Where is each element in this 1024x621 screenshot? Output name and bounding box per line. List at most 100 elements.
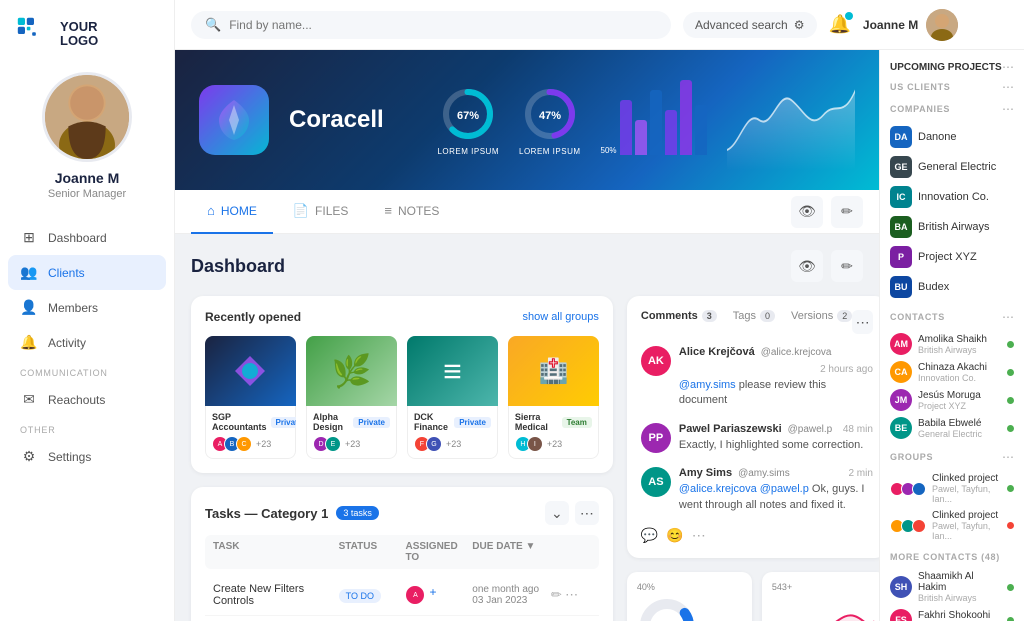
project-badge-2: Private <box>353 417 390 428</box>
advanced-search-btn[interactable]: Advanced search ⚙ <box>683 12 817 38</box>
comment-text-1: @amy.sims please review this document <box>679 378 873 409</box>
upcoming-options-btn[interactable]: ⋯ <box>1002 60 1014 74</box>
reachouts-icon: ✉ <box>20 391 38 408</box>
show-all-btn[interactable]: show all groups <box>522 311 598 323</box>
comment-tabs: Comments 3 Tags 0 Versions <box>641 310 852 322</box>
edit-btn[interactable]: ✏ <box>831 250 863 282</box>
user-menu[interactable]: Joanne M <box>863 9 958 41</box>
more-contact-2[interactable]: FS Fakhri Shokoohi British Airways <box>890 606 1014 621</box>
comment-3: AS Amy Sims @amy.sims 2 min @alice.krejc… <box>641 467 873 513</box>
company-ge[interactable]: GE General Electric <box>890 152 1014 182</box>
view-toggle-btn[interactable]: 👁 <box>791 250 823 282</box>
search-input[interactable] <box>229 18 657 32</box>
group-online-1 <box>1007 485 1014 492</box>
tasks-title: Tasks — Category 1 <box>205 506 328 521</box>
gauge-1: 67% <box>438 84 498 144</box>
edit-icon-btn[interactable]: ✏ <box>831 196 863 228</box>
project-card-alpha[interactable]: 🌿 Alpha Design Private D E <box>306 336 397 459</box>
contact-avatar-be: BE <box>890 417 912 439</box>
user-role: Senior Manager <box>48 188 126 200</box>
tab-home[interactable]: ⌂ HOME <box>191 190 273 234</box>
tab-comments[interactable]: Comments 3 <box>641 310 717 322</box>
right-sidebar: UPCOMING PROJECTS ⋯ US CLIENTS ⋯ COMPANI… <box>879 50 1024 621</box>
activity-icon: 🔔 <box>20 334 38 351</box>
task-edit-1[interactable]: ✏ <box>551 587 562 602</box>
us-clients-title: US CLIENTS <box>890 82 1002 92</box>
notifications-btn[interactable]: 🔔 <box>829 14 851 35</box>
comment-text-3: @alice.krejcova @pawel.p Ok, guys. I wen… <box>679 482 873 513</box>
tab-tags[interactable]: Tags 0 <box>733 310 775 322</box>
comment-text-2: Exactly, I highlighted some correction. <box>679 438 873 453</box>
recently-opened-card: Recently opened show all groups <box>191 296 613 473</box>
online-dot-am <box>1007 341 1014 348</box>
tab-files[interactable]: 📄 FILES <box>277 190 365 234</box>
company-ba[interactable]: BA British Airways <box>890 212 1014 242</box>
comment-reply-btn[interactable]: 💬 <box>641 527 658 544</box>
nav-dashboard[interactable]: ⊞ Dashboard <box>8 220 166 255</box>
project-card-sgp[interactable]: SGP Accountants Private A B C +23 <box>205 336 296 459</box>
comment-emoji-btn[interactable]: 😊 <box>666 527 683 544</box>
more-contacts-title: MORE CONTACTS (48) <box>890 552 1014 562</box>
comment-actions: 💬 😊 ⋯ <box>641 527 873 544</box>
content-area: Coracell 67% LOREM IPSUM <box>175 50 1024 621</box>
us-clients-more-btn[interactable]: ⋯ <box>1002 80 1014 94</box>
company-logo <box>199 85 269 155</box>
more-online-2 <box>1007 617 1014 621</box>
tab-notes[interactable]: ≡ NOTES <box>368 190 455 234</box>
avatar-7: G <box>426 436 442 452</box>
logo-icon <box>16 16 52 52</box>
groups-title: GROUPS <box>890 452 1002 462</box>
nav-reachouts[interactable]: ✉ Reachouts <box>8 382 166 417</box>
comment-1: AK Alice Krejčová @alice.krejcova 2 hour… <box>641 346 873 409</box>
comments-more-btn[interactable]: ⋯ <box>852 310 873 334</box>
nav-members[interactable]: 👤 Members <box>8 290 166 325</box>
nav-clients[interactable]: 👥 Clients <box>8 255 166 290</box>
contact-am[interactable]: AM Amolika Shaikh British Airways <box>890 330 1014 358</box>
right-column: Comments 3 Tags 0 Versions <box>627 296 879 621</box>
contact-jm[interactable]: JM Jesús Moruga Project XYZ <box>890 386 1014 414</box>
comments-card: Comments 3 Tags 0 Versions <box>627 296 879 558</box>
comment-handle-3: @amy.sims <box>738 468 790 479</box>
comment-more-btn[interactable]: ⋯ <box>692 527 706 544</box>
tab-actions: 👁 ✏ <box>791 196 863 228</box>
nav-activity[interactable]: 🔔 Activity <box>8 325 166 360</box>
svg-text:67%: 67% <box>457 110 479 122</box>
contacts-more-btn[interactable]: ⋯ <box>1002 310 1014 324</box>
two-col-layout: Recently opened show all groups <box>191 296 863 621</box>
contact-be[interactable]: BE Babila Ebwelé General Electric <box>890 414 1014 442</box>
task-expand-btn[interactable]: ⌄ <box>545 501 569 525</box>
company-da[interactable]: DA Danone <box>890 122 1014 152</box>
more-contact-1[interactable]: SH Shaamikh Al Hakim British Airways <box>890 568 1014 606</box>
company-bu[interactable]: BU Budex <box>890 272 1014 302</box>
due-date-1: 03 Jan 2023 <box>472 595 543 606</box>
mini-chart-line: 543+ <box>762 572 879 621</box>
contact-ca[interactable]: CA Chinaza Akachi Innovation Co. <box>890 358 1014 386</box>
left-column: Recently opened show all groups <box>191 296 613 621</box>
page-title: Dashboard <box>191 256 791 277</box>
view-icon-btn[interactable]: 👁 <box>791 196 823 228</box>
more-contact-avatar-2: FS <box>890 609 912 621</box>
company-avatar-ge: GE <box>890 156 912 178</box>
task-more-btn[interactable]: ⋯ <box>575 501 599 525</box>
company-ic[interactable]: IC Innovation Co. <box>890 182 1014 212</box>
company-avatar-ba: BA <box>890 216 912 238</box>
project-card-sierra[interactable]: 🏥 Sierra Medical Team H I <box>508 336 599 459</box>
home-icon: ⌂ <box>207 203 215 218</box>
settings-icon: ⚙ <box>20 448 38 465</box>
more-contacts-section: MORE CONTACTS (48) SH Shaamikh Al Hakim … <box>880 552 1024 621</box>
clients-icon: 👥 <box>20 264 38 281</box>
group-2[interactable]: Clinked project Pawel, Tayfun, Ian... <box>890 507 1014 544</box>
nav-settings[interactable]: ⚙ Settings <box>8 439 166 474</box>
groups-more-btn[interactable]: ⋯ <box>1002 450 1014 464</box>
group-1[interactable]: Clinked project Pawel, Tayfun, Ian... <box>890 470 1014 507</box>
company-avatar-pxyz: P <box>890 246 912 268</box>
members-icon: 👤 <box>20 299 38 316</box>
mini-chart-donut: 40% 40% <box>627 572 752 621</box>
tab-versions[interactable]: Versions 2 <box>791 310 852 322</box>
project-card-dck[interactable]: ≡ DCK Finance Private F G <box>407 336 498 459</box>
company-pxyz[interactable]: P Project XYZ <box>890 242 1014 272</box>
company-avatar-ic: IC <box>890 186 912 208</box>
donut-chart: 40% <box>637 596 697 621</box>
task-more-1[interactable]: ⋯ <box>565 587 578 602</box>
companies-more-btn[interactable]: ⋯ <box>1002 102 1014 116</box>
